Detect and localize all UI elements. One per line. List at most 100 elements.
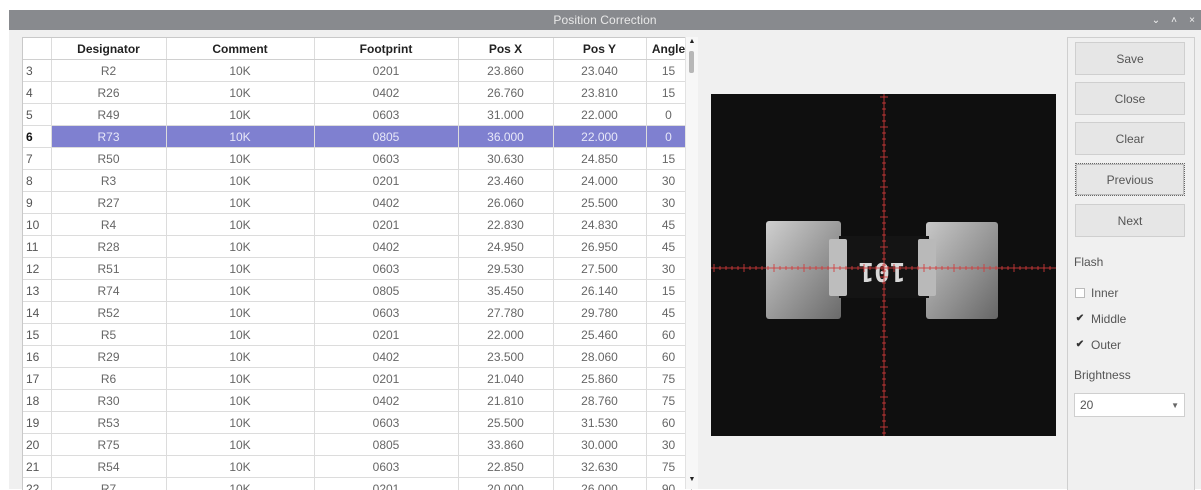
cell-pos-y[interactable]: 26.000 [553, 478, 646, 490]
table-row[interactable]: 10R410K020122.83024.83045 [23, 214, 691, 236]
cell-comment[interactable]: 10K [166, 456, 314, 478]
chevron-down-icon[interactable]: ▼ [1171, 401, 1179, 410]
cell-footprint[interactable]: 0201 [314, 368, 458, 390]
cell-designator[interactable]: R50 [51, 148, 166, 170]
cell-designator[interactable]: R52 [51, 302, 166, 324]
table-row[interactable]: 13R7410K080535.45026.14015 [23, 280, 691, 302]
cell-pos-y[interactable]: 29.780 [553, 302, 646, 324]
cell-comment[interactable]: 10K [166, 390, 314, 412]
cell-pos-x[interactable]: 20.000 [458, 478, 553, 490]
cell-footprint[interactable]: 0402 [314, 390, 458, 412]
cell-comment[interactable]: 10K [166, 148, 314, 170]
cell-pos-y[interactable]: 27.500 [553, 258, 646, 280]
cell-designator[interactable]: R4 [51, 214, 166, 236]
cell-pos-y[interactable]: 25.460 [553, 324, 646, 346]
next-button[interactable]: Next [1075, 204, 1185, 237]
cell-rownum[interactable]: 8 [23, 170, 51, 192]
cell-pos-y[interactable]: 25.860 [553, 368, 646, 390]
cell-pos-x[interactable]: 25.500 [458, 412, 553, 434]
cell-pos-y[interactable]: 25.500 [553, 192, 646, 214]
cell-designator[interactable]: R51 [51, 258, 166, 280]
table-row[interactable]: 12R5110K060329.53027.50030 [23, 258, 691, 280]
cell-comment[interactable]: 10K [166, 214, 314, 236]
cell-comment[interactable]: 10K [166, 280, 314, 302]
table-row[interactable]: 18R3010K040221.81028.76075 [23, 390, 691, 412]
cell-designator[interactable]: R5 [51, 324, 166, 346]
header-comment[interactable]: Comment [166, 38, 314, 60]
table-row[interactable]: 9R2710K040226.06025.50030 [23, 192, 691, 214]
cell-pos-y[interactable]: 31.530 [553, 412, 646, 434]
table-row[interactable]: 8R310K020123.46024.00030 [23, 170, 691, 192]
cell-footprint[interactable]: 0805 [314, 126, 458, 148]
cell-comment[interactable]: 10K [166, 302, 314, 324]
clear-button[interactable]: Clear [1075, 122, 1185, 155]
brightness-select[interactable]: 20 ▼ [1074, 393, 1185, 417]
cell-pos-x[interactable]: 26.060 [458, 192, 553, 214]
cell-rownum[interactable]: 16 [23, 346, 51, 368]
cell-comment[interactable]: 10K [166, 236, 314, 258]
cell-rownum[interactable]: 19 [23, 412, 51, 434]
cell-footprint[interactable]: 0402 [314, 346, 458, 368]
cell-footprint[interactable]: 0603 [314, 148, 458, 170]
table-row[interactable]: 6R7310K080536.00022.0000 [23, 126, 691, 148]
table-row[interactable]: 7R5010K060330.63024.85015 [23, 148, 691, 170]
cell-comment[interactable]: 10K [166, 126, 314, 148]
cell-designator[interactable]: R26 [51, 82, 166, 104]
cell-designator[interactable]: R7 [51, 478, 166, 490]
cell-pos-x[interactable]: 27.780 [458, 302, 553, 324]
cell-footprint[interactable]: 0402 [314, 236, 458, 258]
cell-pos-x[interactable]: 36.000 [458, 126, 553, 148]
cell-rownum[interactable]: 10 [23, 214, 51, 236]
cell-pos-y[interactable]: 28.060 [553, 346, 646, 368]
scroll-thumb[interactable] [689, 51, 694, 73]
cell-pos-y[interactable]: 30.000 [553, 434, 646, 456]
header-footprint[interactable]: Footprint [314, 38, 458, 60]
table-scrollbar[interactable]: ▲ ▼ [685, 37, 698, 489]
cell-designator[interactable]: R6 [51, 368, 166, 390]
cell-comment[interactable]: 10K [166, 60, 314, 82]
outer-checkbox[interactable]: ✔ Outer [1075, 338, 1121, 352]
cell-rownum[interactable]: 15 [23, 324, 51, 346]
cell-footprint[interactable]: 0805 [314, 280, 458, 302]
cell-footprint[interactable]: 0201 [314, 478, 458, 490]
cell-rownum[interactable]: 3 [23, 60, 51, 82]
cell-pos-x[interactable]: 35.450 [458, 280, 553, 302]
cell-rownum[interactable]: 18 [23, 390, 51, 412]
cell-pos-x[interactable]: 21.040 [458, 368, 553, 390]
cell-pos-y[interactable]: 28.760 [553, 390, 646, 412]
cell-rownum[interactable]: 12 [23, 258, 51, 280]
maximize-icon[interactable]: ˄ [1169, 15, 1179, 26]
cell-pos-y[interactable]: 24.850 [553, 148, 646, 170]
cell-designator[interactable]: R54 [51, 456, 166, 478]
table-row[interactable]: 14R5210K060327.78029.78045 [23, 302, 691, 324]
middle-checkbox[interactable]: ✔ Middle [1075, 312, 1126, 326]
cell-pos-y[interactable]: 26.950 [553, 236, 646, 258]
cell-pos-x[interactable]: 23.500 [458, 346, 553, 368]
scroll-down-icon[interactable]: ▼ [686, 475, 698, 485]
cell-rownum[interactable]: 6 [23, 126, 51, 148]
header-pos-y[interactable]: Pos Y [553, 38, 646, 60]
cell-footprint[interactable]: 0603 [314, 302, 458, 324]
cell-comment[interactable]: 10K [166, 258, 314, 280]
outer-checkbox-box[interactable]: ✔ [1075, 340, 1085, 350]
cell-pos-y[interactable]: 24.830 [553, 214, 646, 236]
cell-rownum[interactable]: 9 [23, 192, 51, 214]
cell-pos-x[interactable]: 26.760 [458, 82, 553, 104]
table-row[interactable]: 3R210K020123.86023.04015 [23, 60, 691, 82]
cell-pos-y[interactable]: 26.140 [553, 280, 646, 302]
cell-pos-x[interactable]: 29.530 [458, 258, 553, 280]
cell-rownum[interactable]: 4 [23, 82, 51, 104]
cell-footprint[interactable]: 0201 [314, 324, 458, 346]
table-row[interactable]: 17R610K020121.04025.86075 [23, 368, 691, 390]
cell-footprint[interactable]: 0201 [314, 60, 458, 82]
table-row[interactable]: 22R710K020120.00026.00090 [23, 478, 691, 490]
cell-pos-x[interactable]: 22.000 [458, 324, 553, 346]
previous-button[interactable]: Previous [1075, 163, 1185, 196]
cell-designator[interactable]: R49 [51, 104, 166, 126]
inner-checkbox-box[interactable] [1075, 288, 1085, 298]
cell-pos-x[interactable]: 23.460 [458, 170, 553, 192]
cell-pos-x[interactable]: 21.810 [458, 390, 553, 412]
cell-pos-y[interactable]: 32.630 [553, 456, 646, 478]
cell-comment[interactable]: 10K [166, 368, 314, 390]
cell-designator[interactable]: R2 [51, 60, 166, 82]
